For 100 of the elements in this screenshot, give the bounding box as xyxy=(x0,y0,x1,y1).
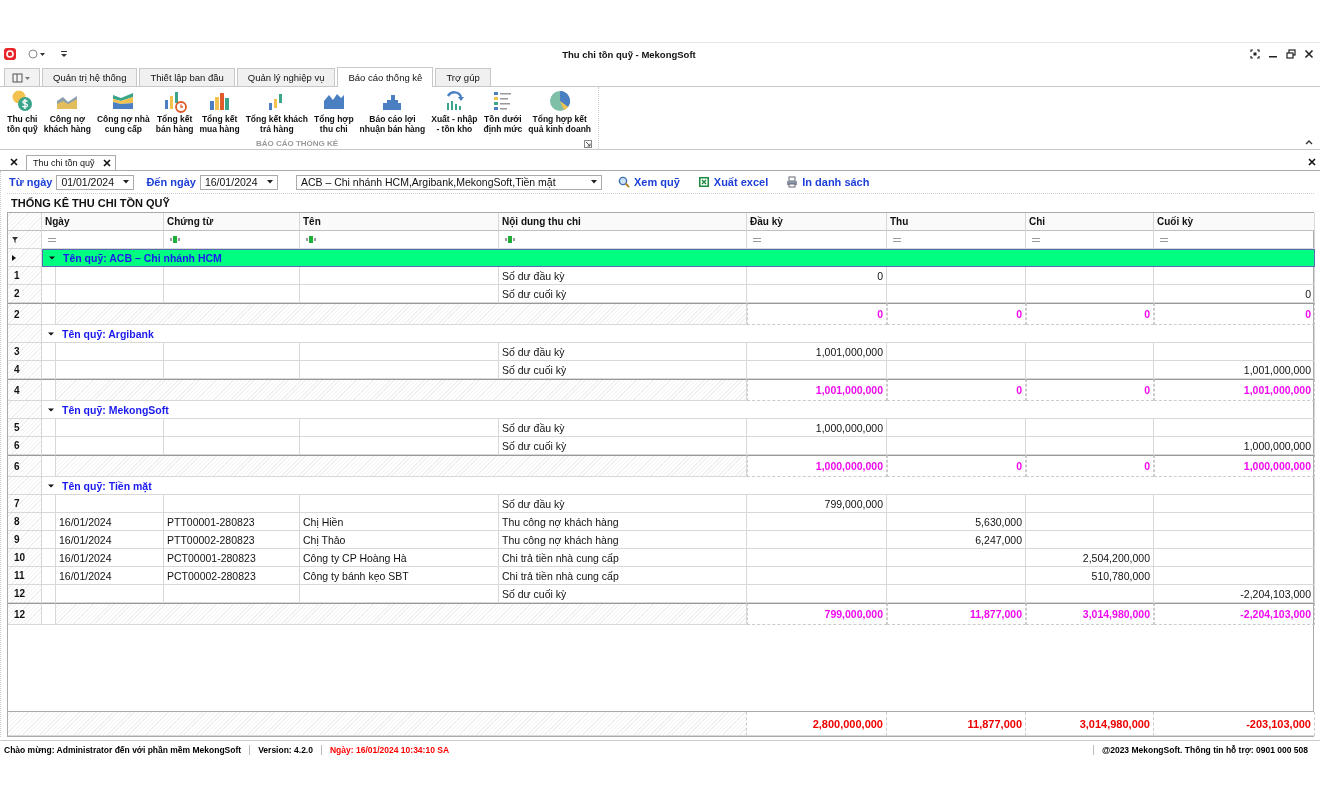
total-cell: 2,800,000,000 xyxy=(747,712,887,736)
ribbon-button[interactable]: Báo cáo lợi nhuận bán hàng xyxy=(356,89,429,137)
indent-cell xyxy=(42,549,56,567)
row-number: 11 xyxy=(8,567,42,585)
row-number: 6 xyxy=(8,455,42,477)
subtotal-cell: 11,877,000 xyxy=(887,603,1026,625)
table-cell: 2,504,200,000 xyxy=(1026,549,1154,567)
app-menu-button[interactable] xyxy=(4,68,40,86)
contains-icon xyxy=(306,236,316,243)
to-date-field[interactable]: 16/01/2024 xyxy=(199,174,278,190)
table-cell: 510,780,000 xyxy=(1026,567,1154,585)
ribbon-button[interactable]: Công nợ nhà cung cấp xyxy=(93,89,153,137)
row-number: 12 xyxy=(8,603,42,625)
column-header[interactable]: Ngày xyxy=(42,213,164,231)
expanded-caret-icon[interactable] xyxy=(49,255,55,261)
search-icon xyxy=(617,176,630,188)
ribbon-tab[interactable]: Thiết lập ban đầu xyxy=(139,68,235,86)
ribbon-tab[interactable]: Báo cáo thống kê xyxy=(337,67,434,87)
expanded-caret-icon[interactable] xyxy=(48,330,54,337)
status-text: Chào mừng: Administrator đến với phần mềm MekongSoft xyxy=(4,745,243,755)
group-row[interactable]: Tên quỹ: MekongSoft xyxy=(42,401,1315,419)
indent-cell xyxy=(42,285,56,303)
printer-icon xyxy=(786,176,799,188)
table-cell: PCT00002-280823 xyxy=(164,567,300,585)
group-row[interactable]: Tên quỹ: Tiền mặt xyxy=(42,477,1315,495)
ribbon-button[interactable]: Tổng kết bán hàng xyxy=(152,89,197,137)
table-cell: 6,247,000 xyxy=(887,531,1026,549)
ribbon-tab[interactable]: Quản trị hệ thống xyxy=(42,68,138,86)
indent-cell xyxy=(42,531,56,549)
ribbon-button[interactable]: Tổng kết khách trả hàng xyxy=(242,89,311,137)
fund-select[interactable]: ACB – Chi nhánh HCM,Argibank,MekongSoft,Tiền mặt xyxy=(295,174,602,190)
ribbon-button[interactable]: Công nợ khách hàng xyxy=(40,89,94,137)
pie-chart-icon xyxy=(547,89,572,113)
close-icon[interactable] xyxy=(1304,49,1314,59)
circle-dropdown-icon[interactable] xyxy=(28,49,46,59)
column-header[interactable]: Chi xyxy=(1026,213,1154,231)
column-header[interactable]: Đầu kỳ xyxy=(747,213,887,231)
group-row[interactable]: Tên quỹ: ACB – Chi nhánh HCM xyxy=(42,249,1315,267)
table-cell: Số dư đầu kỳ xyxy=(499,267,747,285)
subtotal-cell: 1,001,000,000 xyxy=(1154,379,1315,401)
ribbon-tab[interactable]: Quản lý nghiệp vụ xyxy=(236,68,336,86)
subtotal-cell: 0 xyxy=(1154,303,1315,325)
expanded-caret-icon[interactable] xyxy=(48,406,54,413)
restore-icon[interactable] xyxy=(1286,49,1296,59)
spreadsheet-icon xyxy=(697,176,710,188)
toolbar-button[interactable]: Xem quỹ xyxy=(615,176,682,188)
total-cell: 3,014,980,000 xyxy=(1026,712,1154,736)
close-document-icon[interactable] xyxy=(1308,158,1316,166)
ribbon-button[interactable]: Tổng hợp thu chi xyxy=(311,89,357,137)
indent-cell xyxy=(42,495,56,513)
subtotal-cell: 0 xyxy=(887,379,1026,401)
filter-row-icon xyxy=(12,235,18,244)
column-header[interactable]: Tên xyxy=(300,213,499,231)
table-cell: 0 xyxy=(747,267,887,285)
subtotal-cell: 799,000,000 xyxy=(747,603,887,625)
toolbar-button[interactable]: In danh sách xyxy=(784,176,872,188)
table-cell: 16/01/2024 xyxy=(56,513,164,531)
logo-icon xyxy=(4,48,16,60)
table-cell: 16/01/2024 xyxy=(56,567,164,585)
document-tab[interactable]: Thu chi tồn quỹ xyxy=(26,155,116,170)
column-header[interactable]: Thu xyxy=(887,213,1026,231)
close-icon[interactable] xyxy=(10,158,18,166)
from-date-field[interactable]: 01/01/2024 xyxy=(56,174,135,190)
ribbon-button[interactable]: Tổng kết mua hàng xyxy=(196,89,243,137)
ribbon-button[interactable]: Tồn dưới định mức xyxy=(480,89,526,137)
ribbon-button[interactable]: Thu chi tồn quỹ xyxy=(4,89,41,137)
row-number: 3 xyxy=(8,343,42,361)
group-title: Tên quỹ: Argibank xyxy=(62,327,154,340)
subtotal-cell: 1,000,000,000 xyxy=(1154,455,1315,477)
close-tab-icon[interactable] xyxy=(102,159,111,167)
ribbon-group-label: BÁO CÁO THỐNG KÊ xyxy=(255,138,339,148)
expanded-caret-icon[interactable] xyxy=(48,482,54,489)
indent-cell xyxy=(42,267,56,285)
dialog-launcher-icon[interactable] xyxy=(584,140,593,148)
ribbon-button[interactable]: Xuất - nhập - tồn kho xyxy=(428,89,481,137)
collapse-ribbon-icon[interactable] xyxy=(1305,139,1313,145)
toolbar-button[interactable]: Xuất excel xyxy=(695,176,771,188)
fullscreen-icon[interactable] xyxy=(1250,49,1260,59)
coins-icon xyxy=(10,89,35,113)
row-number: 2 xyxy=(8,285,42,303)
row-number: 5 xyxy=(8,419,42,437)
layout-caret-icon xyxy=(12,72,32,83)
group-row[interactable]: Tên quỹ: Argibank xyxy=(42,325,1315,343)
customize-caret-icon[interactable] xyxy=(60,50,68,58)
table-cell: Chị Thảo xyxy=(300,531,499,549)
column-header[interactable]: Nội dung thu chi xyxy=(499,213,747,231)
indent-cell xyxy=(42,603,56,625)
row-indicator-cell xyxy=(8,325,42,343)
row-number: 7 xyxy=(8,495,42,513)
to-date-label: Đến ngày xyxy=(146,176,196,188)
row-number: 2 xyxy=(8,303,42,325)
subtotal-cell: 1,000,000,000 xyxy=(747,455,887,477)
ribbon-button[interactable]: Tổng hợp kết quả kinh doanh xyxy=(525,89,595,137)
column-header[interactable]: Cuối kỳ xyxy=(1154,213,1315,231)
table-cell: -2,204,103,000 xyxy=(1154,585,1315,603)
ribbon-tab[interactable]: Trợ gúp xyxy=(435,68,491,86)
column-header[interactable]: Chứng từ xyxy=(164,213,300,231)
equals-icon xyxy=(1160,237,1168,242)
indent-cell xyxy=(42,513,56,531)
dropdown-caret-icon xyxy=(123,180,130,184)
